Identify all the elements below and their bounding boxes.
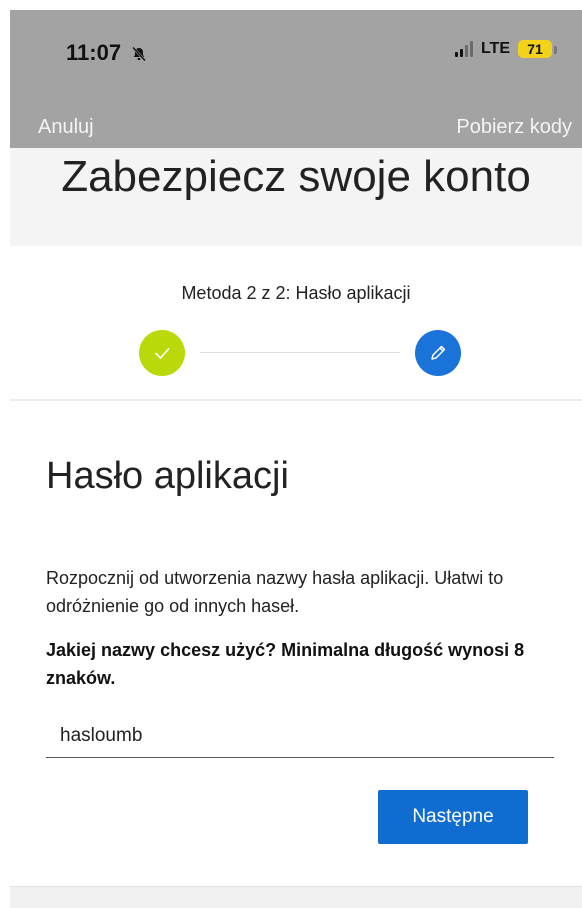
signal-icon (454, 41, 473, 57)
battery-icon: 71 (518, 40, 557, 58)
battery-level: 71 (527, 41, 543, 57)
cancel-button[interactable]: Anuluj (38, 116, 94, 139)
app-password-name-input[interactable] (46, 720, 554, 758)
divider (10, 399, 582, 401)
get-codes-button[interactable]: Pobierz kody (456, 116, 572, 139)
network-type: LTE (480, 40, 510, 57)
section-title: Hasło aplikacji (46, 455, 289, 497)
pencil-icon (431, 345, 446, 360)
step-current (415, 330, 461, 376)
status-indicators: LTE 71 (454, 40, 557, 58)
top-bar: 11:07 LTE 71 Anuluj Pobierz kody (10, 10, 582, 148)
check-icon (155, 348, 170, 359)
footer-band (10, 887, 582, 908)
muted-bell-icon (131, 42, 147, 68)
name-prompt: Jakiej nazwy chcesz użyć? Minimalna dług… (46, 640, 525, 688)
section-description: Rozpocznij od utworzenia nazwy hasła apl… (46, 568, 504, 616)
status-time: 11:07 (66, 40, 147, 68)
step-label: Metoda 2 z 2: Hasło aplikacji (181, 283, 411, 303)
stepper-connector (200, 352, 400, 353)
status-time-text: 11:07 (66, 40, 122, 65)
step-completed (139, 330, 185, 376)
page-title: Zabezpiecz swoje konto (61, 152, 531, 201)
next-button[interactable]: Następne (378, 790, 528, 844)
